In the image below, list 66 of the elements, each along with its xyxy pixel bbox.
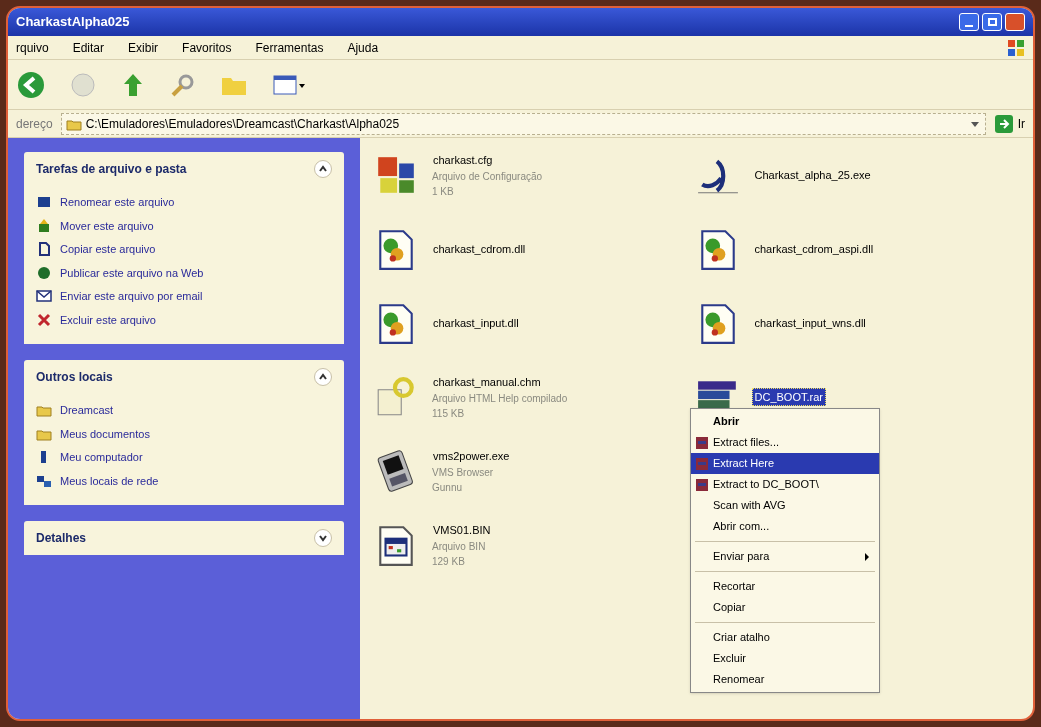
menu-option[interactable]: Copiar xyxy=(691,597,879,618)
window-title: CharkastAlpha025 xyxy=(16,13,130,32)
menu-item[interactable]: Exibir xyxy=(128,38,159,57)
menu-option[interactable]: Extract to DC_BOOT\ xyxy=(691,474,879,495)
task-link[interactable]: Dreamcast xyxy=(60,402,114,419)
envelope-icon xyxy=(36,288,52,305)
address-field[interactable]: C:\Emuladores\Emuladores\Dreamcast\Charkast\Alpha025 xyxy=(60,112,986,135)
menu-option[interactable]: Abrir xyxy=(691,411,879,432)
menu-item[interactable]: Ferramentas xyxy=(255,38,324,57)
file-name[interactable]: vms2power.exe xyxy=(430,446,513,466)
file-name[interactable]: charkast_cdrom_aspi.dll xyxy=(751,239,877,259)
panel-title: Outros locais xyxy=(36,369,113,386)
file-detail: Arquivo BIN xyxy=(431,540,487,555)
menu-option[interactable]: Enviar para xyxy=(691,546,879,567)
expand-icon[interactable] xyxy=(314,529,332,547)
task-link[interactable]: Mover este arquivo xyxy=(60,217,154,234)
task-link[interactable]: Meus locais de rede xyxy=(60,472,159,489)
submenu-arrow-icon xyxy=(863,552,871,561)
archive-icon xyxy=(695,456,709,471)
task-link[interactable]: Meus documentos xyxy=(60,425,150,442)
task-link[interactable]: Enviar este arquivo por email xyxy=(60,288,203,305)
close-icon[interactable] xyxy=(1005,13,1025,31)
file-detail: Gunnu xyxy=(431,481,464,496)
file-detail: Arquivo de Configuração xyxy=(431,170,544,185)
menu-item[interactable]: rquivo xyxy=(16,38,49,57)
maximize-icon[interactable] xyxy=(982,13,1002,31)
menu-option[interactable]: Abrir com... xyxy=(691,516,879,537)
file-detail: 115 KB xyxy=(431,407,466,422)
file-detail: Arquivo HTML Help compilado xyxy=(431,392,569,407)
file-name[interactable]: charkast.cfg xyxy=(430,150,545,170)
menu-option[interactable]: Extract Here xyxy=(691,453,879,474)
menu-option[interactable]: Scan with AVG xyxy=(691,495,879,516)
panel-title: Detalhes xyxy=(36,530,87,547)
task-link[interactable]: Copiar este arquivo xyxy=(60,241,156,258)
minimize-icon[interactable] xyxy=(959,13,979,31)
menu-option[interactable]: Criar atalho xyxy=(691,627,879,648)
file-name[interactable]: DC_BOOT.rar xyxy=(751,387,826,407)
file-name[interactable]: charkast_manual.chm xyxy=(430,372,570,392)
menu-option[interactable]: Extract files... xyxy=(691,432,879,453)
collapse-icon[interactable] xyxy=(314,160,332,178)
file-name[interactable]: Charkast_alpha_25.exe xyxy=(751,165,874,185)
menu-item[interactable]: Favoritos xyxy=(182,38,232,57)
task-link[interactable]: Publicar este arquivo na Web xyxy=(60,264,204,281)
file-name[interactable]: charkast_input_wns.dll xyxy=(751,313,869,333)
menu-option[interactable]: Recortar xyxy=(691,576,879,597)
file-name[interactable]: charkast_cdrom.dll xyxy=(430,239,529,259)
file-name[interactable]: charkast_input.dll xyxy=(430,313,522,333)
task-link[interactable]: Meu computador xyxy=(60,449,143,466)
menu-item[interactable]: Ajuda xyxy=(347,38,379,57)
task-link[interactable]: Renomear este arquivo xyxy=(60,194,175,211)
file-detail: 1 KB xyxy=(431,185,455,200)
menu-item[interactable]: Editar xyxy=(72,38,105,57)
panel-title: Tarefas de arquivo e pasta xyxy=(36,161,187,178)
windows-logo-icon xyxy=(1007,38,1025,57)
x-icon xyxy=(36,311,52,328)
task-link[interactable]: Excluir este arquivo xyxy=(60,311,156,328)
archive-icon xyxy=(695,435,709,450)
archive-icon xyxy=(695,477,709,492)
file-detail: 129 KB xyxy=(431,555,466,570)
menu-option[interactable]: Excluir xyxy=(691,648,879,669)
file-detail: VMS Browser xyxy=(431,466,495,481)
go-button[interactable]: Ir xyxy=(993,113,1025,134)
file-name[interactable]: VMS01.BIN xyxy=(430,520,494,540)
menu-option[interactable]: Renomear xyxy=(691,669,879,690)
address-label: dereço xyxy=(16,115,53,133)
collapse-icon[interactable] xyxy=(314,368,332,386)
